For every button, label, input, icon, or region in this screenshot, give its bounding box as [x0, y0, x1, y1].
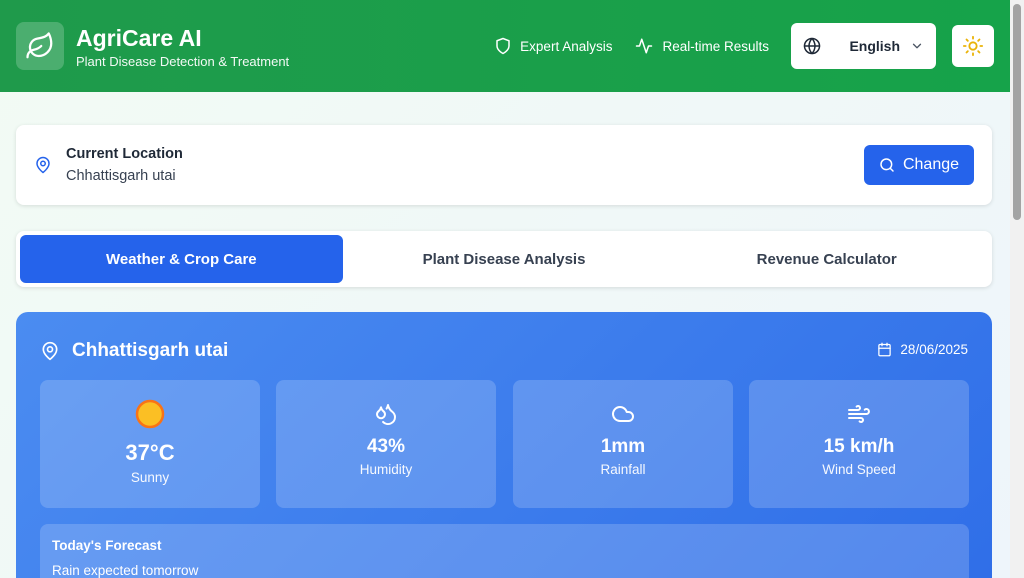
temperature-label: Sunny: [130, 470, 170, 485]
stat-rainfall: 1mm Rainfall: [513, 380, 733, 508]
shield-icon: [496, 37, 510, 55]
theme-toggle-button[interactable]: [952, 25, 994, 67]
humidity-value: 43%: [366, 436, 406, 457]
map-pin-icon: [36, 156, 50, 174]
page-scrollbar[interactable]: [1010, 0, 1024, 578]
tab-weather-crop-care[interactable]: Weather & Crop Care: [20, 235, 343, 283]
feature-realtime-results: Real-time Results: [634, 37, 769, 55]
stat-humidity: 43% Humidity: [276, 380, 496, 508]
app-subtitle: Plant Disease Detection & Treatment: [76, 53, 290, 69]
language-select[interactable]: English: [791, 23, 936, 69]
tab-plant-disease-analysis[interactable]: Plant Disease Analysis: [343, 235, 666, 283]
rainfall-value: 1mm: [600, 436, 646, 457]
feature-expert-analysis: Expert Analysis: [494, 37, 612, 55]
app-title: AgriCare AI: [76, 24, 202, 51]
stat-temperature: 37°C Sunny: [40, 380, 260, 508]
sun-icon: [962, 35, 984, 57]
forecast-card: Today's Forecast Rain expected tomorrow: [40, 524, 969, 578]
location-card: Current Location Chhattisgarh utai Chang…: [16, 125, 992, 205]
feature-label: Real-time Results: [662, 38, 769, 54]
map-pin-icon: [42, 341, 58, 361]
wind-speed-value: 15 km/h: [823, 436, 895, 457]
scrollbar-thumb[interactable]: [1013, 4, 1021, 220]
location-label: Current Location: [66, 146, 183, 162]
change-button-label: Change: [902, 156, 960, 173]
app-header: AgriCare AI Plant Disease Detection & Tr…: [0, 0, 1010, 92]
weather-panel: Chhattisgarh utai 28/06/2025 37°C Sunny …: [16, 312, 992, 578]
chevron-down-icon: [912, 43, 922, 49]
forecast-title: Today's Forecast: [52, 538, 162, 553]
date-value: 28/06/2025: [900, 342, 968, 357]
forecast-text: Rain expected tomorrow: [52, 563, 199, 578]
search-icon: [880, 158, 894, 172]
rainfall-label: Rainfall: [600, 462, 646, 477]
globe-icon: [803, 37, 821, 55]
droplets-icon: [374, 398, 398, 430]
calendar-icon: [878, 342, 892, 357]
wind-icon: [847, 398, 871, 430]
temperature-value: 37°C: [125, 440, 175, 465]
weather-city: Chhattisgarh utai: [72, 340, 229, 361]
location-value: Chhattisgarh utai: [66, 168, 176, 184]
language-value: English: [849, 38, 900, 54]
leaf-logo-icon: [16, 22, 64, 70]
tab-revenue-calculator[interactable]: Revenue Calculator: [665, 235, 988, 283]
wind-speed-label: Wind Speed: [822, 462, 896, 477]
stat-wind-speed: 15 km/h Wind Speed: [749, 380, 969, 508]
activity-icon: [636, 38, 653, 54]
humidity-label: Humidity: [359, 462, 413, 477]
main-tabs: Weather & Crop Care Plant Disease Analys…: [16, 231, 992, 287]
change-location-button[interactable]: Change: [864, 145, 974, 185]
feature-label: Expert Analysis: [520, 38, 613, 54]
sun-icon: [135, 398, 165, 430]
cloud-icon: [611, 398, 635, 430]
weather-date: 28/06/2025: [877, 342, 968, 357]
